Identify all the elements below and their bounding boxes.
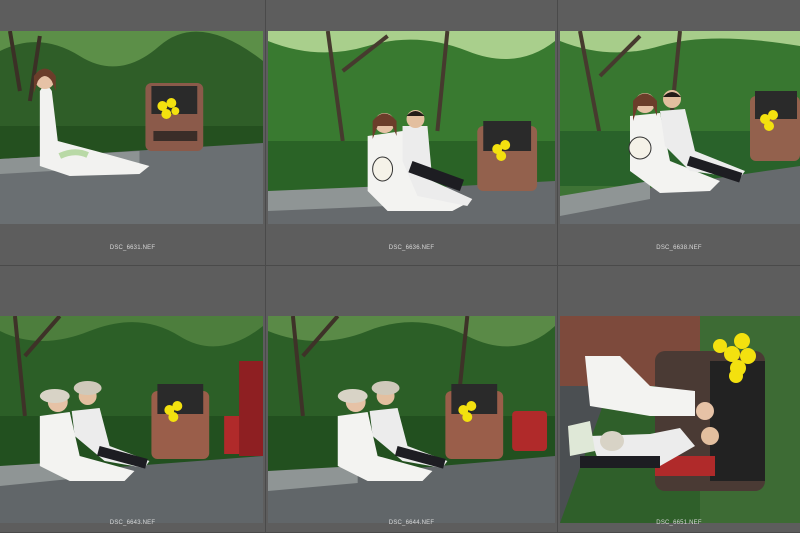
- thumbnail-cell[interactable]: DSC_6636.NEF: [266, 0, 558, 266]
- thumbnail-grid: DSC_6631.NEF DSC_6636.NEF DSC_6638.NEF D…: [0, 0, 800, 533]
- thumbnail-cell[interactable]: DSC_6644.NEF: [266, 266, 558, 533]
- thumbnail-cell[interactable]: DSC_6638.NEF: [558, 0, 800, 266]
- thumbnail-cell[interactable]: DSC_6643.NEF: [0, 266, 266, 533]
- thumbnail-image[interactable]: [0, 316, 263, 523]
- thumbnail-filename: DSC_6644.NEF: [388, 520, 435, 526]
- thumbnail-image[interactable]: [0, 31, 263, 224]
- thumbnail-filename: DSC_6636.NEF: [388, 245, 435, 251]
- thumbnail-image[interactable]: [560, 31, 800, 224]
- thumbnail-image[interactable]: [268, 31, 555, 224]
- thumbnail-cell[interactable]: DSC_6631.NEF: [0, 0, 266, 266]
- thumbnail-image[interactable]: [560, 316, 800, 523]
- thumbnail-filename: DSC_6631.NEF: [109, 245, 156, 251]
- thumbnail-filename: DSC_6643.NEF: [109, 520, 156, 526]
- thumbnail-cell[interactable]: DSC_6651.NEF: [558, 266, 800, 533]
- thumbnail-filename: DSC_6651.NEF: [656, 520, 702, 526]
- thumbnail-image[interactable]: [268, 316, 555, 523]
- thumbnail-filename: DSC_6638.NEF: [656, 245, 702, 251]
